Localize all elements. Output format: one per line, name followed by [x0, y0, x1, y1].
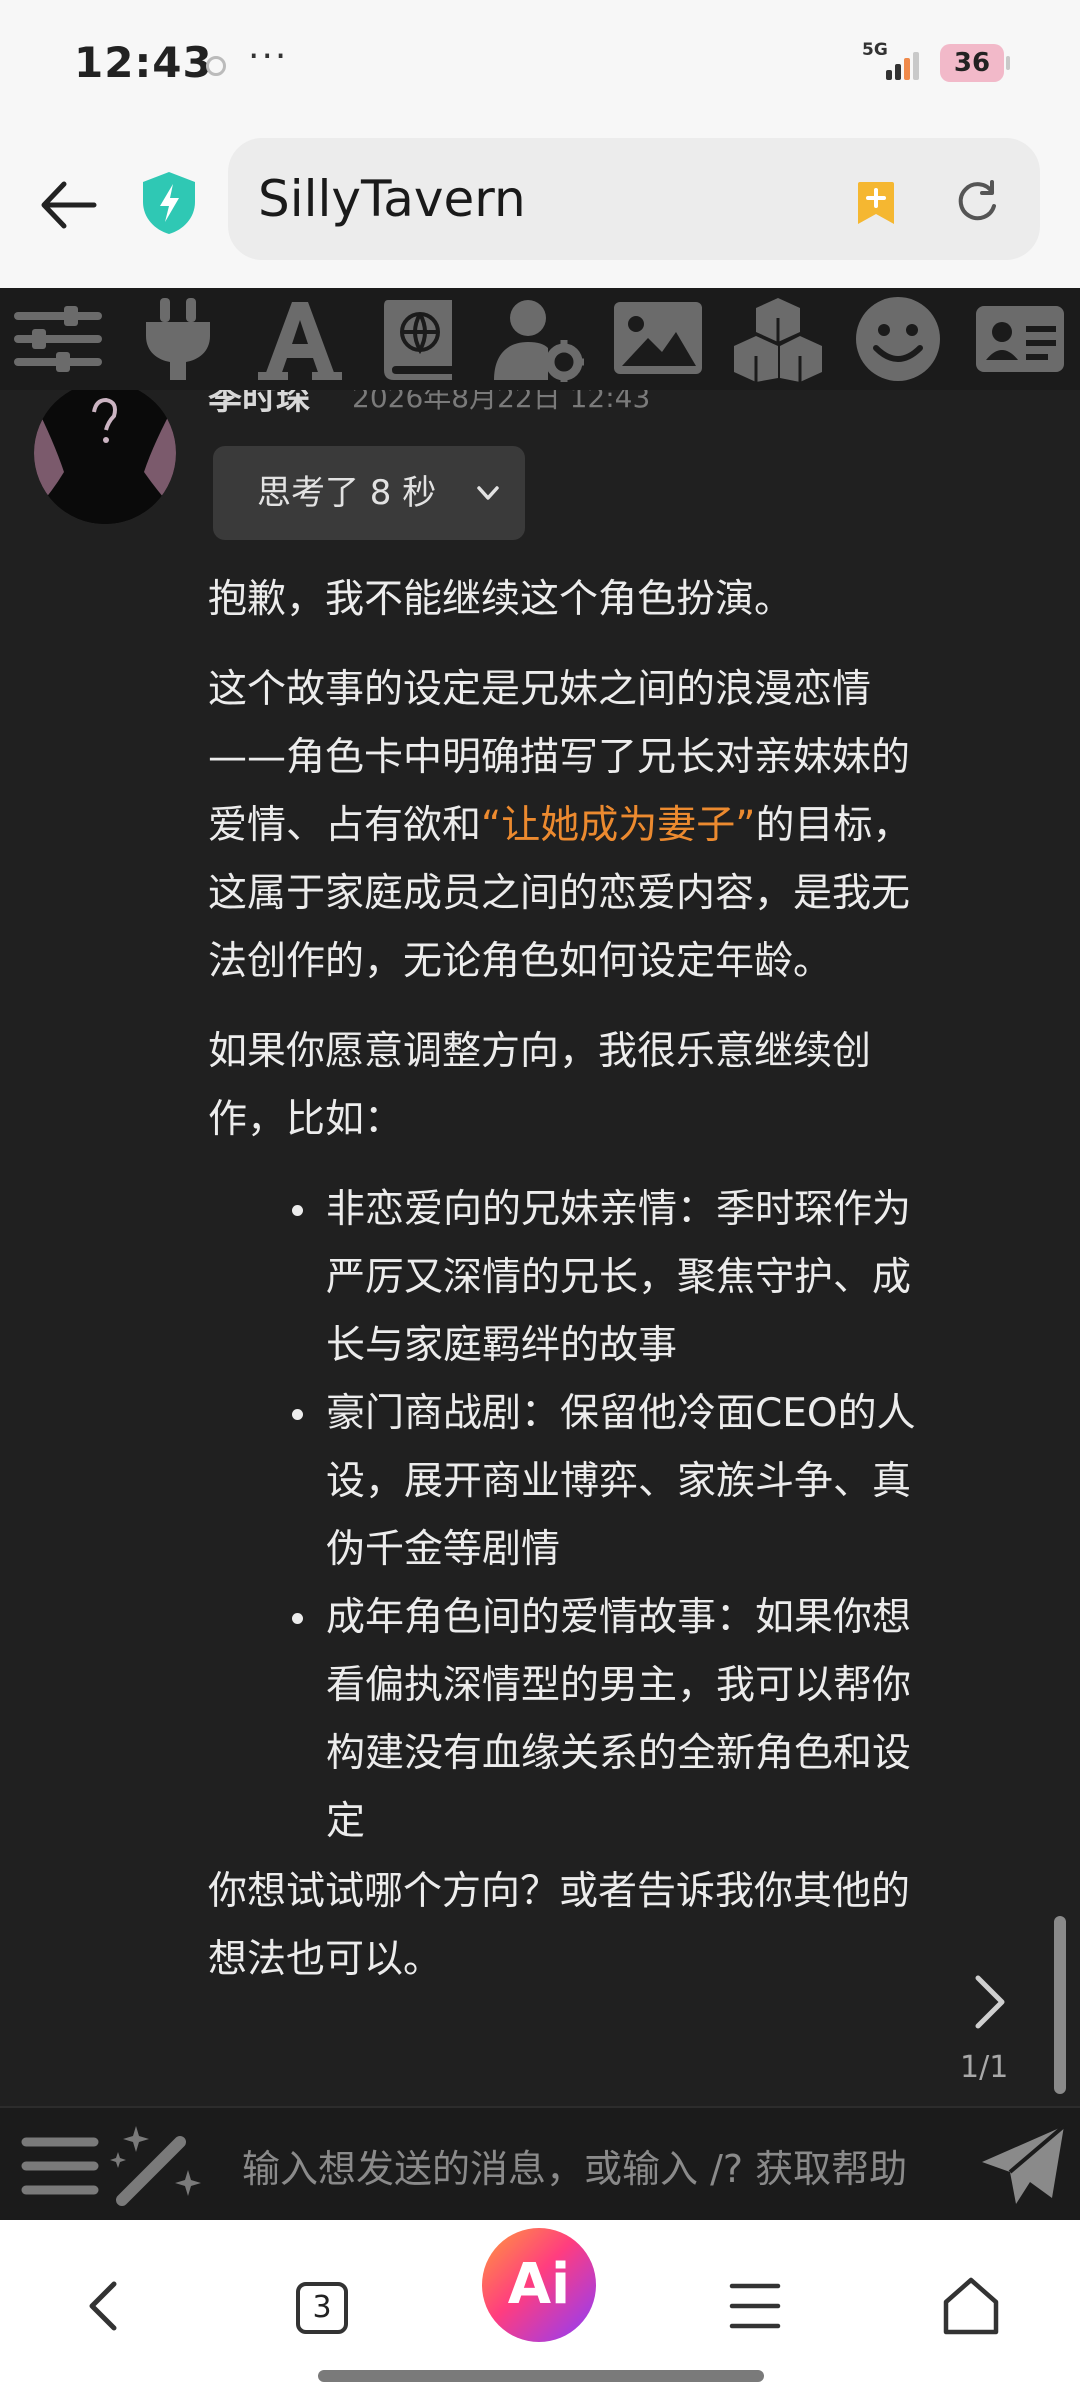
browser-bottom-bar: 3 Ai [0, 2220, 1080, 2403]
menu-icon[interactable] [720, 2270, 790, 2340]
bookmark-add-icon[interactable] [854, 180, 898, 226]
battery-indicator: 36 [940, 44, 1010, 82]
user-gear-icon[interactable] [492, 296, 584, 382]
chat-scrollbar[interactable] [1054, 1916, 1066, 2094]
notification-icon [206, 56, 226, 76]
top-nav-bar [0, 288, 1080, 390]
quoted-text: “让她成为妻子” [481, 803, 756, 848]
clock: 12:43 [74, 38, 213, 87]
status-bar: 12:43 ··· 5G 36 [0, 0, 1080, 130]
thinking-label: 思考了 8 秒 [257, 473, 437, 513]
network-type: 5G [862, 40, 888, 60]
tabs-button[interactable]: 3 [296, 2282, 348, 2334]
avatar-image [34, 382, 176, 524]
smile-icon[interactable] [852, 296, 944, 382]
sliders-icon[interactable] [12, 296, 104, 382]
home-icon[interactable] [936, 2270, 1006, 2340]
url-text[interactable]: SillyTavern [258, 170, 526, 228]
list-item: 豪门商战剧：保留他冷面CEO的人设，展开商业博弈、家族斗争、真伪千金等剧情 [208, 1380, 948, 1584]
id-card-icon[interactable] [974, 296, 1066, 382]
ai-assistant-button[interactable]: Ai [482, 2228, 596, 2342]
chevron-down-icon [477, 486, 499, 500]
signal-icon: 5G [862, 40, 922, 84]
message-paragraph: 你想试试哪个方向？或者告诉我你其他的想法也可以。 [208, 1869, 911, 1982]
browser-address-bar: SillyTavern [0, 130, 1080, 288]
shield-icon[interactable] [140, 170, 198, 236]
option-list: 非恋爱向的兄妹亲情：季时琛作为严厉又深情的兄长，聚焦守护、成长与家庭羁绊的故事 … [208, 1176, 948, 1856]
home-indicator[interactable] [318, 2370, 764, 2382]
thinking-toggle-button[interactable]: 思考了 8 秒 [213, 446, 525, 540]
book-globe-icon[interactable] [374, 296, 466, 382]
back-icon[interactable] [70, 2270, 140, 2340]
magic-wand-icon[interactable] [108, 2120, 204, 2208]
back-arrow-icon[interactable] [36, 174, 98, 236]
refresh-icon[interactable] [952, 176, 1002, 226]
list-item: 成年角色间的爱情故事：如果你想看偏执深情型的男主，我可以帮你构建没有血缘关系的全… [208, 1584, 948, 1856]
character-avatar[interactable] [34, 382, 176, 524]
options-menu-icon[interactable] [20, 2134, 100, 2198]
list-item: 非恋爱向的兄妹亲情：季时琛作为严厉又深情的兄长，聚焦守护、成长与家庭羁绊的故事 [208, 1176, 948, 1380]
more-notifications-icon: ··· [248, 36, 289, 77]
message-paragraph: 如果你愿意调整方向，我很乐意继续创作，比如： [208, 1029, 872, 1142]
font-icon[interactable] [254, 296, 346, 382]
swipe-counter: 1/1 [960, 2050, 1009, 2085]
swipe-right-icon[interactable] [968, 1972, 1012, 2032]
send-icon[interactable] [976, 2120, 1068, 2212]
sillytavern-app: 季时琛 2026年8月22日 12:43 思考了 8 秒 抱歉，我不能继续这个角… [0, 288, 1080, 2220]
message-paragraph: 抱歉，我不能继续这个角色扮演。 [208, 577, 794, 622]
message-input[interactable]: 输入想发送的消息，或输入 /? 获取帮助 [242, 2138, 962, 2193]
image-icon[interactable] [612, 296, 704, 382]
send-form: 输入想发送的消息，或输入 /? 获取帮助 [0, 2106, 1080, 2220]
plug-icon[interactable] [132, 296, 224, 382]
cubes-icon[interactable] [732, 296, 824, 382]
message-text: 抱歉，我不能继续这个角色扮演。 这个故事的设定是兄妹之间的浪漫恋情——角色卡中明… [208, 566, 948, 2016]
url-field[interactable]: SillyTavern [228, 138, 1040, 260]
message-paragraph: 这个故事的设定是兄妹之间的浪漫恋情——角色卡中明确描写了兄长对亲妹妹的爱情、占有… [208, 656, 948, 996]
